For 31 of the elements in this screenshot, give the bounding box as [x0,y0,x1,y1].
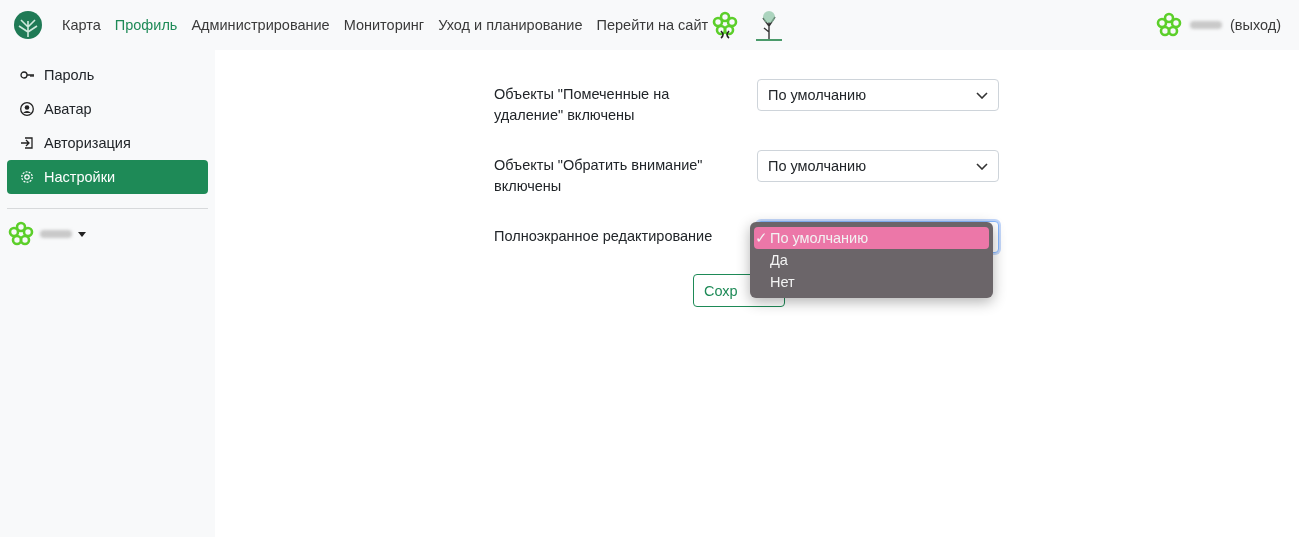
chevron-down-icon [976,91,988,99]
tree-logo-icon [754,8,785,42]
flower-avatar-icon [8,221,34,247]
flower-logo-icon [712,11,739,39]
chevron-down-icon [976,162,988,170]
leaf-logo-icon[interactable] [14,11,42,39]
blurred-username [40,230,72,238]
select-field[interactable]: По умолчанию [757,79,999,111]
nav-link[interactable]: Перейти на сайт [596,17,709,33]
nav-link[interactable]: Администрирование [191,17,330,33]
caret-icon[interactable] [78,231,86,237]
sidebar-item[interactable]: Пароль [7,58,208,92]
nav-link[interactable]: Карта [62,17,101,33]
blurred-username [1189,21,1222,29]
field-label: Объекты "Обратить внимание" включены [494,156,704,196]
dropdown-option[interactable]: Да [754,249,989,271]
nav-link[interactable]: Уход и планирование [438,17,583,33]
select-field[interactable]: По умолчанию [757,150,999,182]
field-label: Объекты "Помеченные на удаление" включены [494,85,671,125]
user-circle-icon [20,102,34,116]
key-icon [20,68,34,82]
sidebar-item[interactable]: Аватар [7,92,208,126]
sidebar-item[interactable]: Авторизация [7,126,208,160]
nav-link[interactable]: Мониторинг [343,17,425,33]
sidebar-item[interactable]: Настройки [7,160,208,194]
field-label: Полноэкранное редактирование [494,227,714,246]
settings-icon [20,170,34,184]
flower-avatar-icon [1155,12,1182,38]
nav-link[interactable]: Профиль [114,17,178,33]
logout-link[interactable]: (выход) [1229,17,1281,33]
sign-in-icon [20,136,34,150]
